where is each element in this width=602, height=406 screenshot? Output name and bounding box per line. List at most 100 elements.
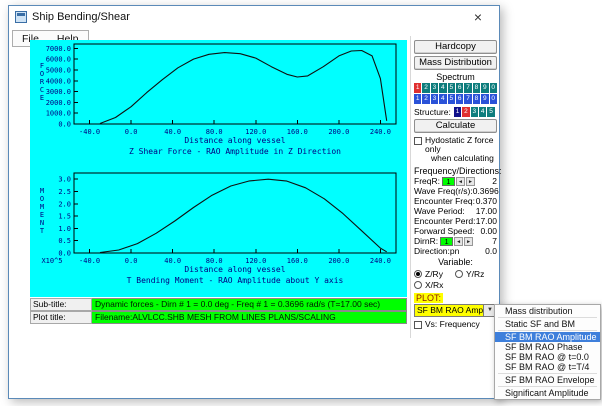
row-label-direction-pn: Direction:pn: [414, 246, 460, 256]
menu-item-mass-distribution[interactable]: Mass distribution: [495, 306, 600, 316]
menu-item-static-sf-and-bm[interactable]: Static SF and BM: [495, 319, 600, 329]
radio-icon-y-rz[interactable]: [455, 269, 463, 278]
svg-text:2000.0: 2000.0: [46, 99, 71, 107]
row-index-freqr[interactable]: 1: [441, 176, 455, 186]
menu-item-sf-bm-rao-envelope[interactable]: SF BM RAO Envelope: [495, 375, 600, 385]
vs-frequency-checkbox[interactable]: [414, 321, 422, 329]
spectrum-cell-0-6[interactable]: 6: [455, 83, 464, 93]
plot-title-row: Plot title: Filename:ALVLCC.SHB MESH FRO…: [30, 311, 407, 324]
svg-text:3.0: 3.0: [58, 176, 71, 184]
spectrum-cell-10-0[interactable]: 0: [489, 94, 497, 104]
hydrostatic-checkbox[interactable]: [414, 137, 422, 145]
radio-x-rx[interactable]: X/Rx: [414, 279, 455, 290]
bending-moment-chart: -40.0 0.0 40.0 80.0 120.0 160.0 200.0 240.00.00…: [40, 172, 397, 285]
svg-text:80.0: 80.0: [206, 128, 223, 136]
row-index-dirnr[interactable]: 1: [440, 236, 454, 246]
svg-text:2.5: 2.5: [58, 188, 71, 196]
window-title: Ship Bending/Shear: [32, 11, 130, 23]
spectrum-cell-0-3[interactable]: 3: [430, 83, 439, 93]
app-window: Ship Bending/Shear × File Help -40.0 0.0 4…: [8, 5, 502, 399]
row-encounter-perd: Encounter Perd: 17.00: [414, 216, 497, 226]
spectrum-cell-10-3[interactable]: 3: [430, 94, 439, 104]
menu-item-sf-bm-rao-t-t-4[interactable]: SF BM RAO @ t=T/4: [495, 362, 600, 372]
row-label-wave-freq-r-s: Wave Freq(r/s):: [414, 186, 473, 196]
spectrum-cell-10-2[interactable]: 2: [422, 94, 430, 104]
row-count-dirnr: 7: [492, 236, 497, 246]
hydrostatic-label-line2: when calculating: [431, 153, 494, 163]
spinner-right-icon[interactable]: ►: [464, 236, 474, 246]
structure-cell-5[interactable]: 5: [487, 106, 495, 117]
row-value-forward-speed: 0.00: [480, 226, 497, 236]
svg-text:-40.0: -40.0: [79, 257, 100, 265]
spectrum-cell-10-7[interactable]: 7: [464, 94, 472, 104]
radio-label-x-rx: X/Rx: [425, 279, 444, 290]
spectrum-cell-10-5[interactable]: 5: [447, 94, 455, 104]
svg-text:40.0: 40.0: [164, 257, 181, 265]
spectrum-cell-0-0[interactable]: 0: [489, 83, 497, 93]
structure-cell-4[interactable]: 4: [479, 106, 487, 117]
spectrum-cell-10-4[interactable]: 4: [439, 94, 447, 104]
svg-text:40.0: 40.0: [164, 128, 181, 136]
radio-z-ry[interactable]: Z/Ry: [414, 268, 455, 279]
spectrum-cell-10-1[interactable]: 1: [414, 94, 422, 104]
hydrostatic-checkbox-row: Hydostatic Z force only when calculating: [414, 136, 497, 163]
row-label-freqr: FreqR:: [414, 176, 440, 186]
spectrum-cell-0-9[interactable]: 9: [481, 83, 489, 93]
spectrum-cell-0-1[interactable]: 1: [414, 83, 422, 93]
structure-cells: 12345: [453, 106, 495, 117]
spectrum-cell-0-8[interactable]: 8: [472, 83, 481, 93]
spinner-left-icon[interactable]: ◄: [454, 236, 464, 246]
spectrum-cell-0-7[interactable]: 7: [464, 83, 472, 93]
plot-type-value[interactable]: SF BM RAO Amplitude: [415, 305, 483, 316]
svg-text:2.0: 2.0: [58, 200, 71, 208]
menu-item-sf-bm-rao-t-0-0[interactable]: SF BM RAO @ t=0.0: [495, 352, 600, 362]
spectrum-cell-0-2[interactable]: 2: [422, 83, 430, 93]
radio-y-rz[interactable]: Y/Rz: [455, 268, 496, 279]
radio-icon-x-rx[interactable]: [414, 280, 422, 289]
plot-title-value[interactable]: Filename:ALVLCC.SHB MESH FROM LINES PLAN…: [92, 311, 407, 324]
svg-text:O: O: [40, 195, 44, 203]
svg-text:Distance along vessel: Distance along vessel: [184, 136, 285, 145]
spectrum-cell-10-8[interactable]: 8: [472, 94, 481, 104]
svg-text:0.5: 0.5: [58, 237, 71, 245]
svg-text:F: F: [40, 62, 44, 70]
menu-item-sf-bm-rao-phase[interactable]: SF BM RAO Phase: [495, 342, 600, 352]
app-icon: [15, 11, 27, 23]
svg-text:0.0: 0.0: [58, 121, 71, 129]
menu-item-sf-bm-rao-amplitude[interactable]: SF BM RAO Amplitude: [495, 332, 600, 342]
svg-text:T: T: [40, 227, 45, 235]
svg-text:M: M: [40, 203, 44, 211]
frequency-directions-header: Frequency/Directions:: [414, 166, 502, 176]
structure-cell-2[interactable]: 2: [462, 106, 470, 117]
svg-text:1.5: 1.5: [58, 213, 71, 221]
spinner-left-icon[interactable]: ◄: [455, 176, 465, 186]
subtitle-value[interactable]: Dynamic forces - Dirn # 1 = 0.0 deg - Fr…: [92, 298, 407, 311]
row-value-wave-freq-r-s: 0.3696: [472, 186, 499, 196]
svg-text:160.0: 160.0: [287, 128, 308, 136]
spectrum-grid-row-2: 1234567890: [414, 94, 497, 104]
spectrum-cell-0-4[interactable]: 4: [439, 83, 447, 93]
menu-item-significant-amplitude[interactable]: Significant Amplitude: [495, 388, 600, 398]
svg-text:T Bending Moment - RAO Amplitu: T Bending Moment - RAO Amplitude about Y…: [127, 276, 344, 285]
plot-type-combobox[interactable]: SF BM RAO Amplitude ▼: [414, 304, 497, 317]
spinner-right-icon[interactable]: ►: [465, 176, 475, 186]
spectrum-label: Spectrum: [436, 72, 475, 82]
row-label-forward-speed: Forward Speed:: [414, 226, 475, 236]
spectrum-cell-10-9[interactable]: 9: [481, 94, 489, 104]
radio-icon-z-ry[interactable]: [414, 269, 422, 278]
row-label-encounter-perd: Encounter Perd:: [414, 216, 476, 226]
hardcopy-button[interactable]: Hardcopy: [414, 40, 497, 54]
structure-cell-1[interactable]: 1: [453, 106, 462, 117]
mass-distribution-button[interactable]: Mass Distribution: [414, 56, 497, 70]
svg-text:5000.0: 5000.0: [46, 66, 71, 74]
row-label-dirnr: DirnR:: [414, 236, 439, 246]
plot-type-popup-menu: Mass distribution Static SF and BM SF BM R…: [494, 304, 601, 400]
structure-cell-3[interactable]: 3: [470, 106, 479, 117]
svg-text:Distance along vessel: Distance along vessel: [184, 265, 285, 274]
svg-text:6000.0: 6000.0: [46, 56, 71, 64]
svg-text:R: R: [40, 78, 45, 86]
spectrum-cell-0-5[interactable]: 5: [447, 83, 455, 93]
close-button[interactable]: ×: [463, 7, 493, 28]
spectrum-cell-10-6[interactable]: 6: [455, 94, 464, 104]
calculate-button[interactable]: Calculate: [414, 119, 497, 133]
